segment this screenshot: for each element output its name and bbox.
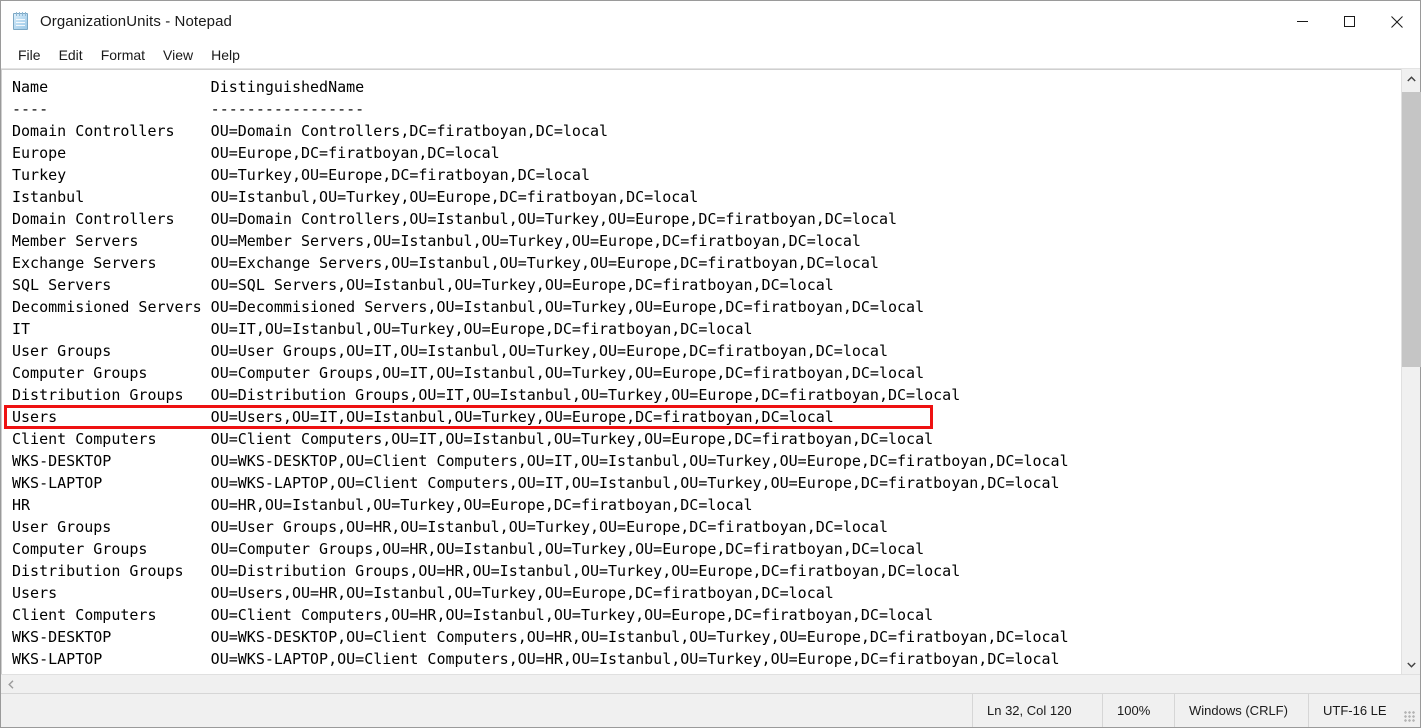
- editor-area: Name DistinguishedName ---- -------------…: [1, 69, 1421, 693]
- vertical-scroll-track[interactable]: [1402, 88, 1421, 655]
- document-line: Client Computers OU=Client Computers,OU=…: [12, 606, 934, 624]
- document-lines: Name DistinguishedName ---- -------------…: [2, 76, 1401, 670]
- menu-item-format[interactable]: Format: [92, 44, 154, 67]
- document-line: User Groups OU=User Groups,OU=HR,OU=Ista…: [12, 518, 888, 536]
- status-spacer: [1, 694, 972, 727]
- document-line: Decommisioned Servers OU=Decommisioned S…: [12, 298, 925, 316]
- document-line: Exchange Servers OU=Exchange Servers,OU=…: [12, 254, 879, 272]
- maximize-button[interactable]: [1326, 1, 1373, 42]
- document-line: Domain Controllers OU=Domain Controllers…: [12, 122, 609, 140]
- document-line: Europe OU=Europe,DC=firatboyan,DC=local: [12, 144, 500, 162]
- title-bar[interactable]: OrganizationUnits - Notepad: [1, 1, 1420, 42]
- text-editor[interactable]: Name DistinguishedName ---- -------------…: [1, 69, 1401, 674]
- menu-item-edit[interactable]: Edit: [50, 44, 92, 67]
- scrollbar-corner: [1401, 675, 1420, 693]
- document-line: SQL Servers OU=SQL Servers,OU=Istanbul,O…: [12, 276, 834, 294]
- document-line: Computer Groups OU=Computer Groups,OU=IT…: [12, 364, 925, 382]
- close-button[interactable]: [1373, 1, 1420, 42]
- document-line: HR OU=HR,OU=Istanbul,OU=Turkey,OU=Europe…: [12, 496, 753, 514]
- document-line: Computer Groups OU=Computer Groups,OU=HR…: [12, 540, 925, 558]
- status-zoom-level[interactable]: 100%: [1102, 694, 1174, 727]
- document-line: Domain Controllers OU=Domain Controllers…: [12, 210, 898, 228]
- document-line: Client Computers OU=Client Computers,OU=…: [12, 430, 934, 448]
- vertical-scroll-thumb[interactable]: [1402, 92, 1421, 367]
- document-line: Distribution Groups OU=Distribution Grou…: [12, 386, 961, 404]
- document-line: Name DistinguishedName: [12, 78, 365, 96]
- chevron-up-icon[interactable]: [1402, 69, 1420, 88]
- document-line: User Groups OU=User Groups,OU=IT,OU=Ista…: [12, 342, 888, 360]
- document-line: Turkey OU=Turkey,OU=Europe,DC=firatboyan…: [12, 166, 590, 184]
- window-title: OrganizationUnits - Notepad: [40, 13, 232, 30]
- menu-item-file[interactable]: File: [9, 44, 50, 67]
- document-line: WKS-DESKTOP OU=WKS-DESKTOP,OU=Client Com…: [12, 628, 1069, 646]
- document-line: WKS-DESKTOP OU=WKS-DESKTOP,OU=Client Com…: [12, 452, 1069, 470]
- chevron-down-icon[interactable]: [1402, 655, 1420, 674]
- status-cursor-position: Ln 32, Col 120: [972, 694, 1102, 727]
- menu-item-help[interactable]: Help: [202, 44, 249, 67]
- chevron-left-icon[interactable]: [1, 675, 20, 693]
- document-line: ---- -----------------: [12, 100, 365, 118]
- status-line-ending: Windows (CRLF): [1174, 694, 1308, 727]
- document-line: Distribution Groups OU=Distribution Grou…: [12, 562, 961, 580]
- status-bar: Ln 32, Col 120 100% Windows (CRLF) UTF-1…: [1, 693, 1420, 727]
- vertical-scrollbar[interactable]: [1401, 69, 1421, 674]
- document-line: WKS-LAPTOP OU=WKS-LAPTOP,OU=Client Compu…: [12, 650, 1060, 668]
- window-controls: [1279, 1, 1420, 42]
- menu-item-view[interactable]: View: [154, 44, 202, 67]
- document-line: Users OU=Users,OU=HR,OU=Istanbul,OU=Turk…: [12, 584, 834, 602]
- document-line: Member Servers OU=Member Servers,OU=Ista…: [12, 232, 861, 250]
- document-line: Istanbul OU=Istanbul,OU=Turkey,OU=Europe…: [12, 188, 699, 206]
- document-line: Users OU=Users,OU=IT,OU=Istanbul,OU=Turk…: [12, 408, 834, 426]
- document-line: IT OU=IT,OU=Istanbul,OU=Turkey,OU=Europe…: [12, 320, 753, 338]
- horizontal-scroll-track[interactable]: [20, 675, 1401, 693]
- notepad-window: OrganizationUnits - Notepad File Edit Fo…: [0, 0, 1421, 728]
- resize-grip-icon[interactable]: [1404, 711, 1416, 723]
- notepad-icon: [11, 11, 31, 32]
- minimize-button[interactable]: [1279, 1, 1326, 42]
- document-line: WKS-LAPTOP OU=WKS-LAPTOP,OU=Client Compu…: [12, 474, 1060, 492]
- menu-bar: File Edit Format View Help: [1, 42, 1420, 69]
- horizontal-scrollbar[interactable]: [1, 674, 1420, 693]
